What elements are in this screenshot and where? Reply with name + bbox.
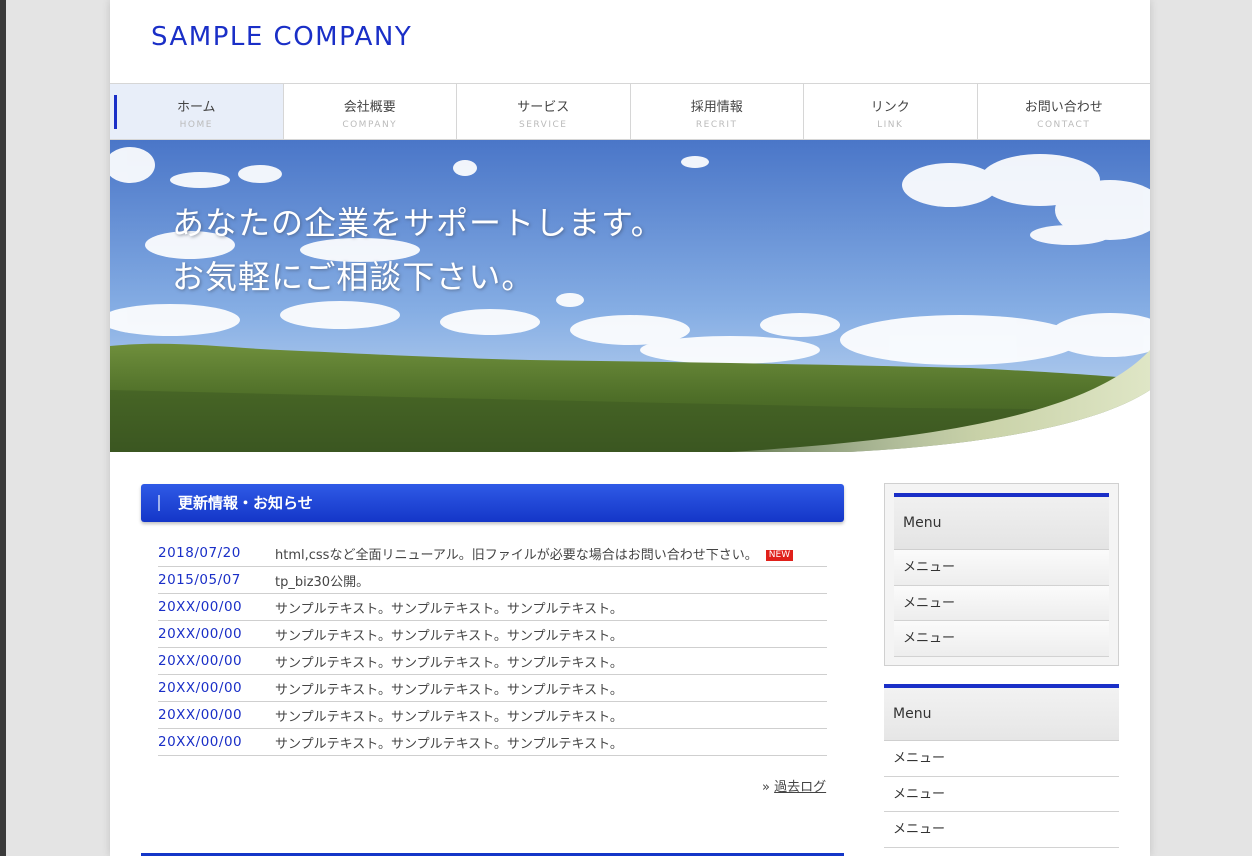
news-text-content: html,cssなど全面リニューアル。旧ファイルが必要な場合はお問い合わせ下さい… [275, 547, 758, 563]
news-text: サンプルテキスト。サンプルテキスト。サンプルテキスト。 [275, 709, 623, 725]
nav-label: お問い合わせ [1024, 100, 1103, 115]
nav-item-link[interactable]: リンク LINK [804, 84, 978, 139]
nav-item-home[interactable]: ホーム HOME [110, 84, 284, 139]
global-nav: ホーム HOME 会社概要 COMPANY サービス SERVICE 採用情報 … [110, 83, 1150, 140]
nav-label: リンク [870, 100, 910, 115]
sidebar-menu-inner: Menu メニュー メニュー メニュー [894, 493, 1109, 657]
nav-sublabel: COMPANY [342, 120, 398, 130]
news-row: 20XX/00/00 サンプルテキスト。サンプルテキスト。サンプルテキスト。 [158, 675, 827, 702]
sidebar-menu-item[interactable]: メニュー [884, 776, 1119, 812]
nav-item-service[interactable]: サービス SERVICE [457, 84, 631, 139]
sidebar-menu-2: Menu メニュー メニュー メニュー [884, 684, 1119, 856]
sidebar-menu-item[interactable]: メニュー [884, 812, 1119, 848]
company-logo[interactable]: SAMPLE COMPANY [151, 22, 412, 52]
news-date: 20XX/00/00 [158, 653, 243, 669]
news-row: 2018/07/20 html,cssなど全面リニューアル。旧ファイルが必要な場… [158, 540, 827, 567]
news-list: 2018/07/20 html,cssなど全面リニューアル。旧ファイルが必要な場… [158, 540, 827, 756]
news-text: サンプルテキスト。サンプルテキスト。サンプルテキスト。 [275, 628, 623, 644]
archive-link[interactable]: 過去ログ [774, 780, 826, 795]
news-date: 20XX/00/00 [158, 626, 243, 642]
nav-label: 会社概要 [343, 100, 396, 115]
news-date: 2018/07/20 [158, 545, 241, 561]
nav-item-company[interactable]: 会社概要 COMPANY [284, 84, 457, 139]
nav-item-contact[interactable]: お問い合わせ CONTACT [978, 84, 1151, 139]
sidebar-menu-item[interactable]: メニュー [894, 621, 1109, 657]
nav-label: 採用情報 [690, 100, 743, 115]
news-row: 20XX/00/00 サンプルテキスト。サンプルテキスト。サンプルテキスト。 [158, 729, 827, 756]
news-row: 20XX/00/00 サンプルテキスト。サンプルテキスト。サンプルテキスト。 [158, 702, 827, 729]
nav-sublabel: RECRIT [695, 120, 738, 130]
nav-label: ホーム [176, 100, 216, 115]
hero-tagline-line2: お気軽にご相談下さい。 [172, 258, 535, 296]
page-container: SAMPLE COMPANY ホーム HOME 会社概要 COMPANY サービ… [110, 0, 1150, 856]
news-text: html,cssなど全面リニューアル。旧ファイルが必要な場合はお問い合わせ下さい… [275, 544, 794, 563]
news-row: 2015/05/07 tp_biz30公開。 [158, 567, 827, 594]
nav-label: サービス [517, 100, 570, 115]
archive-arrow-icon: » [762, 780, 770, 795]
sidebar-menu-item[interactable]: メニュー [894, 550, 1109, 586]
archive-link-row: » 過去ログ [762, 776, 826, 795]
news-heading: 更新情報・お知らせ [141, 484, 844, 522]
new-badge: NEW [765, 549, 794, 561]
nav-sublabel: HOME [179, 120, 213, 130]
window-edge [0, 0, 6, 856]
hero-tagline: あなたの企業をサポートします。 お気軽にご相談下さい。 [172, 196, 664, 304]
news-row: 20XX/00/00 サンプルテキスト。サンプルテキスト。サンプルテキスト。 [158, 648, 827, 675]
sidebar-menu-item[interactable]: メニュー [894, 585, 1109, 621]
sidebar-menu-title: Menu [884, 688, 1119, 741]
sidebar-menu-1: Menu メニュー メニュー メニュー [884, 483, 1119, 666]
nav-sublabel: LINK [877, 120, 904, 130]
news-date: 20XX/00/00 [158, 599, 243, 615]
nav-sublabel: CONTACT [1037, 120, 1091, 130]
news-text: tp_biz30公開。 [275, 574, 370, 590]
sidebar-menu-item[interactable]: メニュー [884, 741, 1119, 777]
news-row: 20XX/00/00 サンプルテキスト。サンプルテキスト。サンプルテキスト。 [158, 621, 827, 648]
nav-item-recruit[interactable]: 採用情報 RECRIT [631, 84, 804, 139]
news-text: サンプルテキスト。サンプルテキスト。サンプルテキスト。 [275, 655, 623, 671]
news-date: 2015/05/07 [158, 572, 241, 588]
news-date: 20XX/00/00 [158, 734, 243, 750]
sidebar-menu-title: Menu [894, 497, 1109, 550]
hero-tagline-line1: あなたの企業をサポートします。 [172, 204, 664, 242]
hero-banner: あなたの企業をサポートします。 お気軽にご相談下さい。 [110, 140, 1150, 452]
news-text: サンプルテキスト。サンプルテキスト。サンプルテキスト。 [275, 601, 623, 617]
news-text: サンプルテキスト。サンプルテキスト。サンプルテキスト。 [275, 736, 623, 752]
nav-sublabel: SERVICE [519, 120, 568, 130]
news-date: 20XX/00/00 [158, 707, 243, 723]
news-date: 20XX/00/00 [158, 680, 243, 696]
news-text: サンプルテキスト。サンプルテキスト。サンプルテキスト。 [275, 682, 623, 698]
news-row: 20XX/00/00 サンプルテキスト。サンプルテキスト。サンプルテキスト。 [158, 594, 827, 621]
